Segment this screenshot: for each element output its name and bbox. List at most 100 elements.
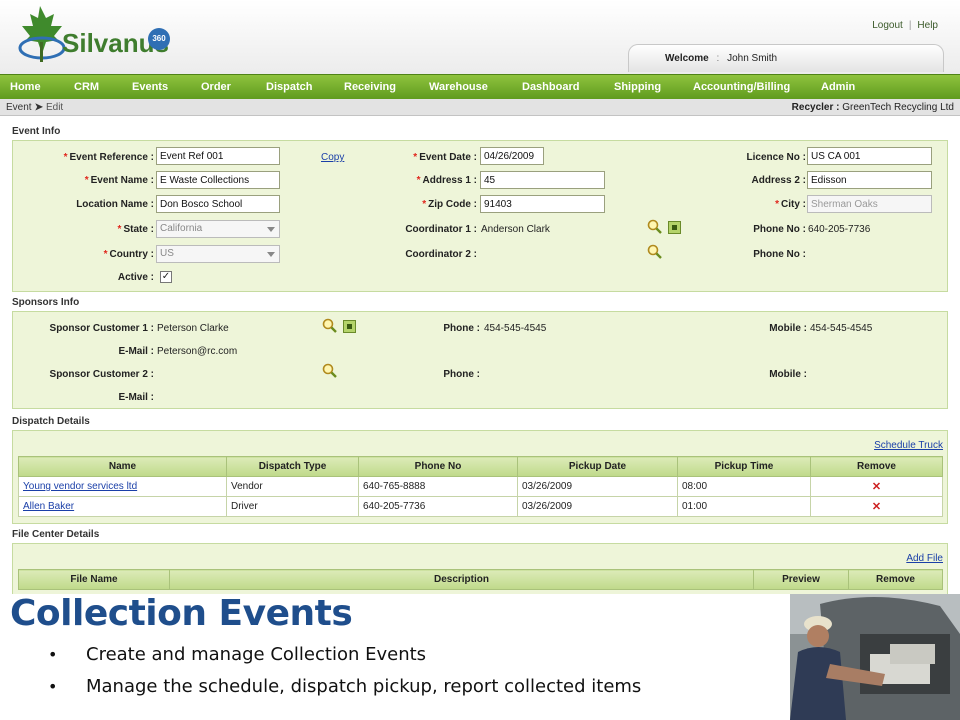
col-dispatch-type[interactable]: Dispatch Type [226, 456, 359, 477]
nav-accounting-billing[interactable]: Accounting/Billing [693, 81, 790, 93]
licence-no-input[interactable] [807, 147, 932, 165]
slide-bullets: Create and manage Collection Events Mana… [48, 642, 641, 706]
sponsor2-label: Sponsor Customer 2 : [49, 369, 154, 380]
main-nav: Home CRM Events Order Dispatch Receiving… [0, 74, 960, 99]
welcome-label: Welcome [665, 53, 709, 64]
event-reference-input[interactable] [156, 147, 280, 165]
search-icon[interactable] [322, 363, 338, 379]
sponsors-info-title: Sponsors Info [12, 297, 80, 308]
licence-no-label: Licence No : [746, 152, 806, 163]
nav-warehouse[interactable]: Warehouse [429, 81, 488, 93]
coordinator1-label: Coordinator 1 : [405, 224, 477, 235]
dispatch-remove-cell: ✕ [810, 476, 943, 497]
col-file-remove: Remove [848, 569, 943, 590]
nav-crm[interactable]: CRM [74, 81, 99, 93]
sponsor1-phone-value: 454-545-4545 [484, 323, 547, 334]
copy-link[interactable]: Copy [321, 152, 344, 163]
event-date-input[interactable] [480, 147, 544, 165]
dispatch-type-cell: Vendor [226, 476, 359, 497]
zip-code-input[interactable] [480, 195, 605, 213]
dispatch-time-cell: 01:00 [677, 496, 811, 517]
col-file-name[interactable]: File Name [18, 569, 170, 590]
event-name-input[interactable] [156, 171, 280, 189]
chevron-down-icon [267, 252, 275, 257]
breadcrumb-bar: Event ➤ Edit Recycler : GreenTech Recyclin… [0, 99, 960, 116]
phone-no-label: Phone No : [753, 224, 806, 235]
nav-order[interactable]: Order [201, 81, 231, 93]
sponsor1-email-label: E-Mail : [118, 346, 154, 357]
nav-admin[interactable]: Admin [821, 81, 855, 93]
event-info-title: Event Info [12, 126, 61, 137]
col-description[interactable]: Description [169, 569, 754, 590]
coordinator1-value: Anderson Clark [481, 224, 550, 235]
nav-events[interactable]: Events [132, 81, 168, 93]
sponsor1-mobile-label: Mobile : [769, 323, 807, 334]
nav-home[interactable]: Home [10, 81, 41, 93]
col-phone-no[interactable]: Phone No [358, 456, 518, 477]
country-label: * Country : [103, 249, 154, 260]
breadcrumb-current: Edit [45, 102, 64, 113]
active-label: Active : [117, 272, 154, 283]
file-table-header: File Name Description Preview Remove [18, 569, 943, 590]
remove-icon[interactable]: ✕ [872, 500, 881, 513]
col-pickup-time[interactable]: Pickup Time [677, 456, 811, 477]
dispatch-name-link[interactable]: Allen Baker [23, 501, 74, 512]
add-file-link[interactable]: Add File [906, 553, 943, 564]
coordinator2-label: Coordinator 2 : [405, 249, 477, 260]
app-header: Silvanus 360 Logout | Help Welcome : John … [0, 0, 960, 74]
nav-receiving[interactable]: Receiving [344, 81, 396, 93]
sponsor2-email-label: E-Mail : [118, 392, 154, 403]
phone-no-value: 640-205-7736 [808, 224, 871, 235]
search-icon[interactable] [322, 318, 338, 334]
schedule-truck-link[interactable]: Schedule Truck [874, 440, 943, 451]
chevron-down-icon [267, 227, 275, 232]
welcome-tab: Welcome : John Smith [628, 44, 944, 72]
file-center-title: File Center Details [12, 529, 100, 540]
top-links-separator: | [908, 20, 912, 31]
nav-shipping[interactable]: Shipping [614, 81, 661, 93]
slide-title: Collection Events [10, 593, 353, 634]
country-select[interactable]: US [156, 245, 280, 263]
remove-icon[interactable]: ✕ [872, 480, 881, 493]
search-icon[interactable] [647, 244, 663, 260]
dispatch-name-link[interactable]: Young vendor services ltd [23, 481, 137, 492]
dispatch-remove-cell: ✕ [810, 496, 943, 517]
table-row: Allen Baker Driver 640-205-7736 03/26/20… [18, 496, 943, 517]
logout-link[interactable]: Logout [872, 20, 903, 31]
active-checkbox[interactable]: ✓ [160, 271, 172, 283]
recycler-value: GreenTech Recycling Ltd [842, 102, 954, 113]
nav-dispatch[interactable]: Dispatch [266, 81, 312, 93]
address2-input[interactable] [807, 171, 932, 189]
event-name-label: * Event Name : [84, 175, 154, 186]
phone-no2-label: Phone No : [753, 249, 806, 260]
col-name[interactable]: Name [18, 456, 227, 477]
sponsor1-value: Peterson Clarke [157, 323, 229, 334]
dispatch-phone-cell: 640-765-8888 [358, 476, 518, 497]
sponsor1-label: Sponsor Customer 1 : [49, 323, 154, 334]
breadcrumb-parent[interactable]: Event [6, 102, 32, 113]
file-center-table: File Name Description Preview Remove [18, 569, 943, 590]
nav-dashboard[interactable]: Dashboard [522, 81, 579, 93]
event-reference-label: * Event Reference : [63, 152, 154, 163]
search-icon[interactable] [647, 219, 663, 235]
state-label: * State : [117, 224, 154, 235]
address1-input[interactable] [480, 171, 605, 189]
collection-event-photo [790, 594, 960, 720]
sponsor2-phone-label: Phone : [443, 369, 480, 380]
location-name-input[interactable] [156, 195, 280, 213]
city-input[interactable] [807, 195, 932, 213]
bullet-item: Create and manage Collection Events [48, 642, 641, 674]
dispatch-phone-cell: 640-205-7736 [358, 496, 518, 517]
sponsor2-mobile-label: Mobile : [769, 369, 807, 380]
add-sponsor-icon[interactable] [343, 320, 356, 333]
dispatch-name-cell: Allen Baker [18, 496, 227, 517]
add-contact-icon[interactable] [668, 221, 681, 234]
state-select[interactable]: California [156, 220, 280, 238]
help-link[interactable]: Help [917, 20, 938, 31]
breadcrumb: Event ➤ Edit [6, 102, 63, 113]
welcome-colon: : [716, 53, 720, 64]
state-selected-value: California [160, 223, 203, 234]
user-name: John Smith [727, 53, 778, 64]
col-pickup-date[interactable]: Pickup Date [517, 456, 678, 477]
city-label: * City : [775, 199, 806, 210]
